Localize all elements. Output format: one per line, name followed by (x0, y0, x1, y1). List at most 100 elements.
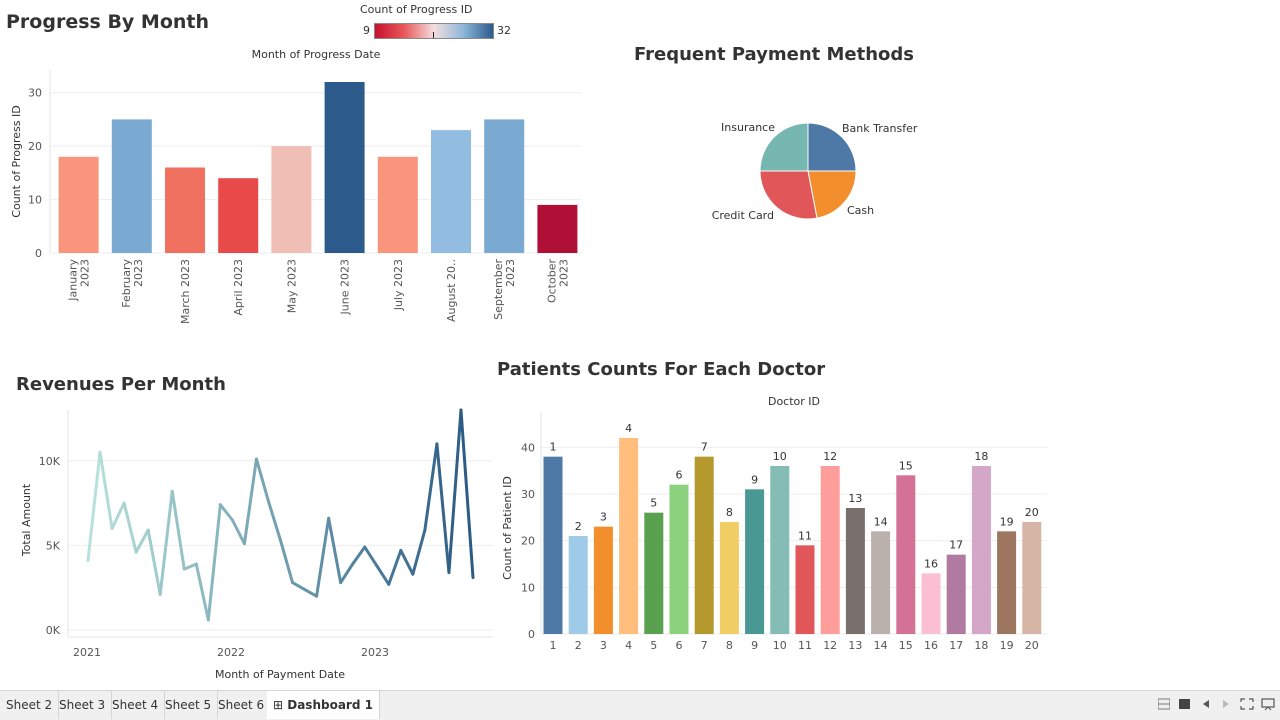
patients-x-tick: 7 (701, 639, 708, 652)
revenue-chart-title: Revenues Per Month (16, 374, 226, 395)
patients-bar (694, 456, 714, 634)
patients-bar (820, 466, 840, 634)
progress-bar (377, 156, 418, 253)
patients-x-tick: 2 (575, 639, 582, 652)
progress-legend-mid-tick (433, 32, 434, 38)
patients-bar-label: 9 (751, 473, 758, 486)
progress-x-tick-label: April 2023 (232, 259, 245, 316)
next-tab-icon[interactable] (1222, 698, 1230, 713)
presentation-icon[interactable] (1261, 698, 1275, 714)
patients-bar (795, 545, 815, 634)
revenue-line-segment (146, 528, 162, 596)
revenue-line-segment (206, 503, 222, 622)
patients-bar-label: 10 (773, 450, 787, 463)
patients-bar (845, 508, 865, 634)
patients-bar-label: 12 (823, 450, 837, 463)
patients-bar (745, 489, 765, 634)
revenue-line-segment (423, 442, 439, 532)
prev-tab-icon[interactable] (1202, 698, 1210, 713)
patients-x-tick: 19 (1000, 639, 1014, 652)
revenue-x-tick: 2021 (73, 646, 101, 659)
progress-x-tick-text: 2023 (557, 259, 570, 287)
progress-x-tick-text: May 2023 (285, 259, 298, 313)
progress-bar (431, 130, 471, 253)
progress-x-tick-text: 2023 (79, 259, 92, 287)
revenue-line-segment (411, 528, 427, 576)
progress-legend-title: Count of Progress ID (360, 3, 473, 16)
revenue-line-segment (98, 450, 114, 530)
revenue-y-tick: 0K (46, 624, 61, 637)
patients-bar (568, 536, 588, 634)
progress-x-tick-label: February 2023 (120, 259, 145, 308)
patients-bar-label: 14 (874, 515, 888, 528)
tab-sheet-5[interactable]: Sheet 5 (159, 691, 219, 719)
progress-y-tick: 20 (28, 140, 42, 153)
revenue-line-segment (435, 442, 451, 574)
filmstrip-view-icon[interactable] (1179, 698, 1191, 713)
progress-bar (324, 82, 365, 253)
progress-bar-chart: Month of Progress Date 0 10 20 30 Count of Pr… (10, 48, 582, 324)
patients-x-tick: 4 (625, 639, 632, 652)
patients-bar-label: 6 (676, 469, 683, 482)
patients-x-tick: 10 (773, 639, 787, 652)
progress-x-tick-text: August 20.. (445, 259, 458, 322)
patients-bar-label: 18 (974, 450, 988, 463)
pie-slice-label: Credit Card (712, 209, 774, 222)
progress-bar (484, 119, 525, 253)
patients-x-tick: 13 (848, 639, 862, 652)
revenue-line-segment (134, 528, 150, 554)
revenue-line-segment (266, 499, 282, 542)
patients-bar-label: 11 (798, 529, 812, 542)
tab-sheet-3[interactable]: Sheet 3 (53, 691, 113, 719)
progress-y-tick: 0 (35, 247, 42, 260)
pie-slice-label: Cash (847, 204, 874, 217)
revenue-line-segment (254, 457, 270, 503)
revenue-line-segment (459, 408, 475, 580)
payment-pie-chart: Bank Transfer Cash Credit Card Insurance (712, 121, 918, 222)
patients-y-tick: 20 (521, 535, 535, 548)
patients-bar-label: 20 (1025, 506, 1039, 519)
tab-sheet-4[interactable]: Sheet 4 (106, 691, 166, 719)
revenue-line-segment (387, 548, 403, 586)
revenue-x-tick: 2023 (361, 646, 389, 659)
pie-slice-label: Insurance (721, 121, 775, 134)
revenue-y-tick: 5K (46, 539, 61, 552)
patients-y-axis-label: Count of Patient ID (501, 476, 514, 580)
dashboard-tab-icon: ⊞ (273, 698, 284, 712)
progress-bar (218, 178, 259, 253)
tab-sheet-2[interactable]: Sheet 2 (0, 691, 60, 719)
progress-bar (58, 156, 99, 253)
tab-sheet-6[interactable]: Sheet 6 (212, 691, 272, 719)
revenue-line-segment (363, 545, 379, 568)
fit-screen-icon[interactable] (1240, 698, 1254, 713)
progress-x-tick-label: May 2023 (285, 259, 298, 313)
revenue-line-segment (315, 516, 331, 598)
patients-bar (543, 456, 563, 634)
patients-chart-title: Patients Counts For Each Doctor (497, 359, 826, 380)
patients-bar (669, 484, 689, 634)
patients-x-tick: 1 (550, 639, 557, 652)
patients-bar-label: 17 (949, 539, 963, 552)
progress-x-tick-text: 2023 (504, 259, 517, 287)
revenue-line-segment (303, 587, 319, 598)
patients-bar-label: 19 (1000, 515, 1014, 528)
tab-dashboard-1[interactable]: ⊞ Dashboard 1 (267, 691, 380, 719)
patients-x-tick: 17 (949, 639, 963, 652)
progress-color-legend[interactable] (374, 23, 494, 39)
patients-x-tick: 14 (874, 639, 888, 652)
revenue-line-segment (399, 548, 415, 576)
grid-view-icon[interactable] (1157, 698, 1171, 713)
revenue-line-segment (339, 562, 355, 585)
progress-x-tick-label: August 20.. (445, 259, 458, 322)
patients-bar-label: 8 (726, 506, 733, 519)
progress-x-tick-label: September 2023 (492, 259, 517, 320)
patients-bar-chart: Doctor ID010203040Count of Patient ID112… (501, 395, 1047, 652)
revenue-line-segment (230, 518, 246, 546)
progress-x-header: Month of Progress Date (252, 48, 381, 61)
sheet-tab-bar: Sheet 2 Sheet 3 Sheet 4 Sheet 5 Sheet 6 … (0, 690, 1280, 720)
revenue-y-tick: 10K (39, 455, 61, 468)
patients-y-tick: 30 (521, 488, 535, 501)
patients-x-tick: 11 (798, 639, 812, 652)
progress-y-axis-label: Count of Progress ID (10, 105, 23, 217)
patients-bar-label: 4 (625, 422, 632, 435)
